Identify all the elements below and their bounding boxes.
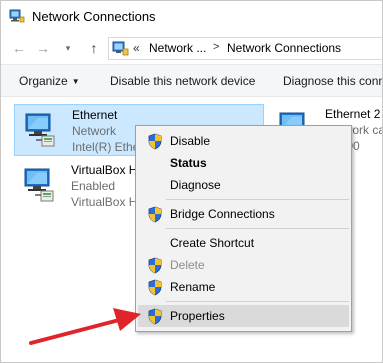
organize-button[interactable]: Organize ▼ (19, 74, 80, 88)
menu-item-disable[interactable]: Disable (138, 130, 349, 152)
menu-item-bridge-connections[interactable]: Bridge Connections (138, 203, 349, 225)
adapter-item-virtualbox[interactable]: VirtualBox H Enabled VirtualBox H (14, 160, 144, 212)
context-menu: Disable Status Diagnose Bridge Connectio… (135, 125, 352, 332)
recent-locations-chevron-icon[interactable]: ▾ (58, 38, 78, 58)
adapter-name: Ethernet 2 (325, 107, 381, 121)
adapter-status: Network (72, 124, 117, 138)
menu-item-properties[interactable]: Properties (138, 305, 349, 327)
menu-item-create-shortcut[interactable]: Create Shortcut (138, 232, 349, 254)
forward-arrow-icon[interactable]: → (33, 38, 53, 58)
menu-item-label: Bridge Connections (170, 207, 275, 221)
menu-separator (166, 301, 349, 302)
network-adapter-icon (24, 168, 54, 202)
uac-shield-icon (148, 206, 162, 223)
back-arrow-icon[interactable]: ← (9, 38, 29, 58)
adapter-status: Enabled (71, 179, 116, 193)
control-panel-icon (112, 41, 129, 56)
menu-item-label: Status (170, 156, 207, 170)
title-bar: Network Connections (1, 1, 382, 32)
menu-item-status[interactable]: Status (138, 152, 349, 174)
window-title: Network Connections (32, 9, 156, 24)
menu-separator (166, 228, 349, 229)
menu-item-rename[interactable]: Rename (138, 276, 349, 298)
menu-item-label: Rename (170, 280, 216, 294)
address-bar: ← → ▾ ↑ « Network ... > Network Connecti… (1, 32, 382, 64)
adapter-name: VirtualBox H (71, 163, 138, 177)
menu-separator (166, 199, 349, 200)
menu-item-diagnose[interactable]: Diagnose (138, 174, 349, 196)
breadcrumb-item-current[interactable]: Network Connections (227, 41, 341, 55)
adapter-device: Intel(R) Ethe (72, 140, 140, 154)
menu-item-delete[interactable]: Delete (138, 254, 349, 276)
diagnose-connection-button[interactable]: Diagnose this conn (283, 74, 382, 88)
adapter-device: VirtualBox H (71, 195, 138, 209)
uac-shield-icon (148, 279, 162, 296)
uac-shield-icon (148, 308, 162, 325)
breadcrumb-separator[interactable]: > (213, 41, 219, 53)
organize-label: Organize (19, 74, 68, 88)
disable-device-button[interactable]: Disable this network device (110, 74, 255, 88)
menu-item-label: Diagnose (170, 178, 221, 192)
breadcrumb-overflow-chevron[interactable]: « (133, 41, 140, 55)
network-adapter-icon (25, 113, 55, 147)
network-connections-window: Network Connections ← → ▾ ↑ « Network ..… (0, 0, 383, 363)
menu-item-label: Delete (170, 258, 205, 272)
up-arrow-icon[interactable]: ↑ (84, 38, 104, 58)
menu-item-label: Properties (170, 309, 225, 323)
breadcrumb-item-parent[interactable]: Network ... (149, 41, 206, 55)
command-bar: Organize ▼ Disable this network device Di… (1, 64, 382, 97)
adapter-name: Ethernet (72, 108, 118, 122)
organize-caret-icon: ▼ (71, 77, 80, 86)
menu-item-label: Disable (170, 134, 211, 148)
uac-shield-icon (148, 257, 162, 274)
network-connections-icon (9, 9, 25, 23)
uac-shield-icon (148, 133, 162, 150)
menu-item-label: Create Shortcut (170, 236, 255, 250)
breadcrumb[interactable]: « Network ... > Network Connections (108, 37, 382, 60)
